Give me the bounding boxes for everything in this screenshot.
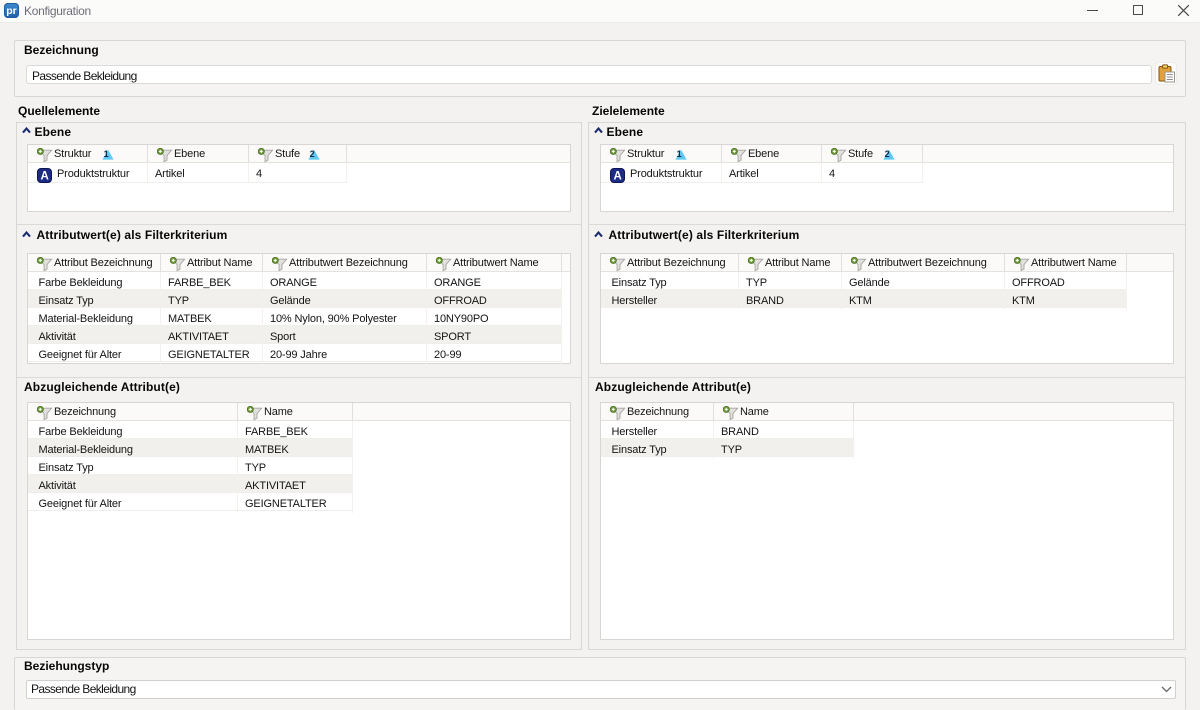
svg-text:A: A (41, 170, 49, 182)
svg-text:2: 2 (310, 149, 315, 159)
svg-text:A: A (614, 170, 622, 182)
svg-text:pr: pr (6, 5, 17, 17)
svg-text:1: 1 (104, 149, 109, 159)
svg-text:2: 2 (885, 149, 890, 159)
svg-text:1: 1 (677, 149, 682, 159)
